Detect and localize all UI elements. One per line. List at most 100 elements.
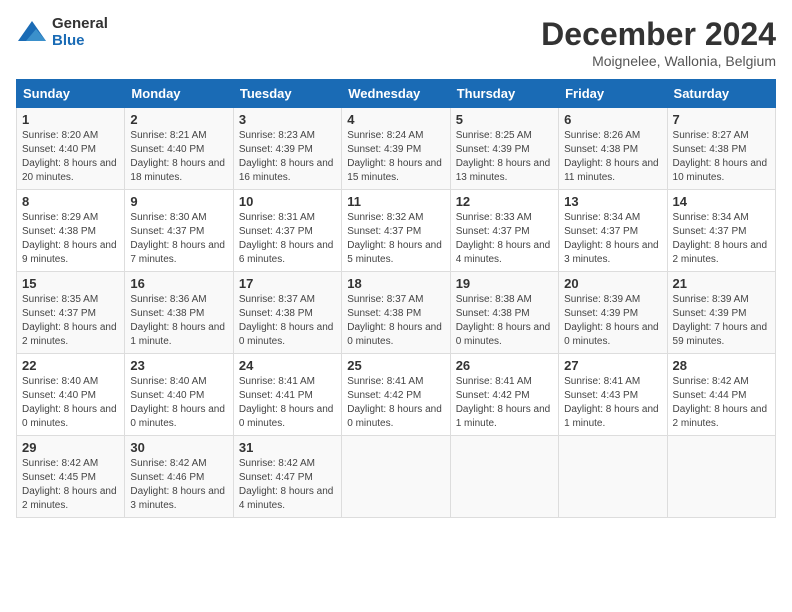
calendar-day-cell: 26 Sunrise: 8:41 AM Sunset: 4:42 PM Dayli…: [450, 354, 558, 436]
day-number: 16: [130, 276, 227, 291]
calendar-day-cell: 19 Sunrise: 8:38 AM Sunset: 4:38 PM Dayli…: [450, 272, 558, 354]
calendar-day-cell: 1 Sunrise: 8:20 AM Sunset: 4:40 PM Daylig…: [17, 108, 125, 190]
day-detail: Sunrise: 8:39 AM Sunset: 4:39 PM Dayligh…: [673, 294, 768, 347]
calendar-day-cell: 20Sunrise: 8:39 AM Sunset: 4:39 PM Dayli…: [559, 272, 667, 354]
day-detail: Sunrise: 8:25 AM Sunset: 4:39 PM Dayligh…: [456, 130, 551, 183]
day-detail: Sunrise: 8:27 AM Sunset: 4:38 PM Dayligh…: [673, 130, 768, 183]
day-detail: Sunrise: 8:39 AM Sunset: 4:39 PM Dayligh…: [564, 294, 659, 347]
calendar-week-row: 1 Sunrise: 8:20 AM Sunset: 4:40 PM Daylig…: [17, 108, 776, 190]
calendar-day-cell: 30Sunrise: 8:42 AM Sunset: 4:46 PM Dayli…: [125, 436, 233, 518]
main-title: December 2024: [541, 16, 776, 53]
logo-general-text: General: [52, 16, 108, 33]
calendar-day-cell: 5 Sunrise: 8:25 AM Sunset: 4:39 PM Daylig…: [450, 108, 558, 190]
empty-cell: [342, 436, 450, 518]
day-detail: Sunrise: 8:41 AM Sunset: 4:43 PM Dayligh…: [564, 376, 659, 429]
day-detail: Sunrise: 8:38 AM Sunset: 4:38 PM Dayligh…: [456, 294, 551, 347]
day-number: 7: [673, 112, 770, 127]
day-detail: Sunrise: 8:31 AM Sunset: 4:37 PM Dayligh…: [239, 212, 334, 265]
calendar-day-cell: 8 Sunrise: 8:29 AM Sunset: 4:38 PM Daylig…: [17, 190, 125, 272]
calendar-day-cell: 11 Sunrise: 8:32 AM Sunset: 4:37 PM Dayli…: [342, 190, 450, 272]
calendar-day-cell: 4Sunrise: 8:24 AM Sunset: 4:39 PM Daylig…: [342, 108, 450, 190]
header-saturday: Saturday: [667, 80, 775, 108]
calendar-day-cell: 14 Sunrise: 8:34 AM Sunset: 4:37 PM Dayli…: [667, 190, 775, 272]
subtitle: Moignelee, Wallonia, Belgium: [541, 53, 776, 69]
calendar-day-cell: 2Sunrise: 8:21 AM Sunset: 4:40 PM Daylig…: [125, 108, 233, 190]
day-detail: Sunrise: 8:20 AM Sunset: 4:40 PM Dayligh…: [22, 130, 117, 183]
calendar-day-cell: 18Sunrise: 8:37 AM Sunset: 4:38 PM Dayli…: [342, 272, 450, 354]
day-number: 6: [564, 112, 661, 127]
day-detail: Sunrise: 8:40 AM Sunset: 4:40 PM Dayligh…: [130, 376, 225, 429]
day-number: 11: [347, 194, 444, 209]
empty-cell: [667, 436, 775, 518]
day-detail: Sunrise: 8:41 AM Sunset: 4:42 PM Dayligh…: [347, 376, 442, 429]
day-number: 17: [239, 276, 336, 291]
day-detail: Sunrise: 8:42 AM Sunset: 4:47 PM Dayligh…: [239, 458, 334, 511]
empty-cell: [559, 436, 667, 518]
calendar-day-cell: 10 Sunrise: 8:31 AM Sunset: 4:37 PM Dayli…: [233, 190, 341, 272]
day-number: 22: [22, 358, 119, 373]
header-wednesday: Wednesday: [342, 80, 450, 108]
logo-blue-text: Blue: [52, 33, 108, 50]
calendar-day-cell: 21Sunrise: 8:39 AM Sunset: 4:39 PM Dayli…: [667, 272, 775, 354]
calendar-day-cell: 13 Sunrise: 8:34 AM Sunset: 4:37 PM Dayli…: [559, 190, 667, 272]
header-friday: Friday: [559, 80, 667, 108]
day-detail: Sunrise: 8:40 AM Sunset: 4:40 PM Dayligh…: [22, 376, 117, 429]
day-detail: Sunrise: 8:30 AM Sunset: 4:37 PM Dayligh…: [130, 212, 225, 265]
day-number: 14: [673, 194, 770, 209]
title-area: December 2024 Moignelee, Wallonia, Belgi…: [541, 16, 776, 69]
calendar-day-cell: 24Sunrise: 8:41 AM Sunset: 4:41 PM Dayli…: [233, 354, 341, 436]
calendar-week-row: 8 Sunrise: 8:29 AM Sunset: 4:38 PM Daylig…: [17, 190, 776, 272]
calendar-day-cell: 12 Sunrise: 8:33 AM Sunset: 4:37 PM Dayli…: [450, 190, 558, 272]
day-number: 1: [22, 112, 119, 127]
day-number: 9: [130, 194, 227, 209]
header-monday: Monday: [125, 80, 233, 108]
day-detail: Sunrise: 8:35 AM Sunset: 4:37 PM Dayligh…: [22, 294, 117, 347]
calendar-week-row: 29 Sunrise: 8:42 AM Sunset: 4:45 PM Dayli…: [17, 436, 776, 518]
calendar-day-cell: 22 Sunrise: 8:40 AM Sunset: 4:40 PM Dayli…: [17, 354, 125, 436]
day-detail: Sunrise: 8:21 AM Sunset: 4:40 PM Dayligh…: [130, 130, 225, 183]
calendar-week-row: 22 Sunrise: 8:40 AM Sunset: 4:40 PM Dayli…: [17, 354, 776, 436]
calendar-day-cell: 17Sunrise: 8:37 AM Sunset: 4:38 PM Dayli…: [233, 272, 341, 354]
day-detail: Sunrise: 8:26 AM Sunset: 4:38 PM Dayligh…: [564, 130, 659, 183]
day-number: 13: [564, 194, 661, 209]
calendar-day-cell: 15Sunrise: 8:35 AM Sunset: 4:37 PM Dayli…: [17, 272, 125, 354]
day-detail: Sunrise: 8:42 AM Sunset: 4:45 PM Dayligh…: [22, 458, 117, 511]
day-number: 30: [130, 440, 227, 455]
day-detail: Sunrise: 8:41 AM Sunset: 4:42 PM Dayligh…: [456, 376, 551, 429]
calendar-day-cell: 3 Sunrise: 8:23 AM Sunset: 4:39 PM Daylig…: [233, 108, 341, 190]
day-number: 24: [239, 358, 336, 373]
day-number: 29: [22, 440, 119, 455]
calendar-header-row: SundayMondayTuesdayWednesdayThursdayFrid…: [17, 80, 776, 108]
page-header: General Blue December 2024 Moignelee, Wa…: [16, 16, 776, 69]
calendar-day-cell: 9 Sunrise: 8:30 AM Sunset: 4:37 PM Daylig…: [125, 190, 233, 272]
calendar-day-cell: 25 Sunrise: 8:41 AM Sunset: 4:42 PM Dayli…: [342, 354, 450, 436]
day-number: 10: [239, 194, 336, 209]
day-detail: Sunrise: 8:32 AM Sunset: 4:37 PM Dayligh…: [347, 212, 442, 265]
header-tuesday: Tuesday: [233, 80, 341, 108]
day-number: 8: [22, 194, 119, 209]
calendar-week-row: 15Sunrise: 8:35 AM Sunset: 4:37 PM Dayli…: [17, 272, 776, 354]
calendar-day-cell: 7 Sunrise: 8:27 AM Sunset: 4:38 PM Daylig…: [667, 108, 775, 190]
logo-text: General Blue: [52, 16, 108, 49]
day-number: 12: [456, 194, 553, 209]
day-number: 4: [347, 112, 444, 127]
day-number: 23: [130, 358, 227, 373]
day-detail: Sunrise: 8:33 AM Sunset: 4:37 PM Dayligh…: [456, 212, 551, 265]
header-sunday: Sunday: [17, 80, 125, 108]
empty-cell: [450, 436, 558, 518]
day-number: 3: [239, 112, 336, 127]
logo-icon: [16, 19, 48, 47]
day-detail: Sunrise: 8:34 AM Sunset: 4:37 PM Dayligh…: [673, 212, 768, 265]
day-number: 26: [456, 358, 553, 373]
day-detail: Sunrise: 8:29 AM Sunset: 4:38 PM Dayligh…: [22, 212, 117, 265]
day-number: 31: [239, 440, 336, 455]
day-number: 19: [456, 276, 553, 291]
calendar-day-cell: 6 Sunrise: 8:26 AM Sunset: 4:38 PM Daylig…: [559, 108, 667, 190]
day-number: 5: [456, 112, 553, 127]
day-detail: Sunrise: 8:34 AM Sunset: 4:37 PM Dayligh…: [564, 212, 659, 265]
day-detail: Sunrise: 8:23 AM Sunset: 4:39 PM Dayligh…: [239, 130, 334, 183]
calendar-day-cell: 16 Sunrise: 8:36 AM Sunset: 4:38 PM Dayli…: [125, 272, 233, 354]
logo: General Blue: [16, 16, 108, 49]
day-number: 25: [347, 358, 444, 373]
day-detail: Sunrise: 8:36 AM Sunset: 4:38 PM Dayligh…: [130, 294, 225, 347]
